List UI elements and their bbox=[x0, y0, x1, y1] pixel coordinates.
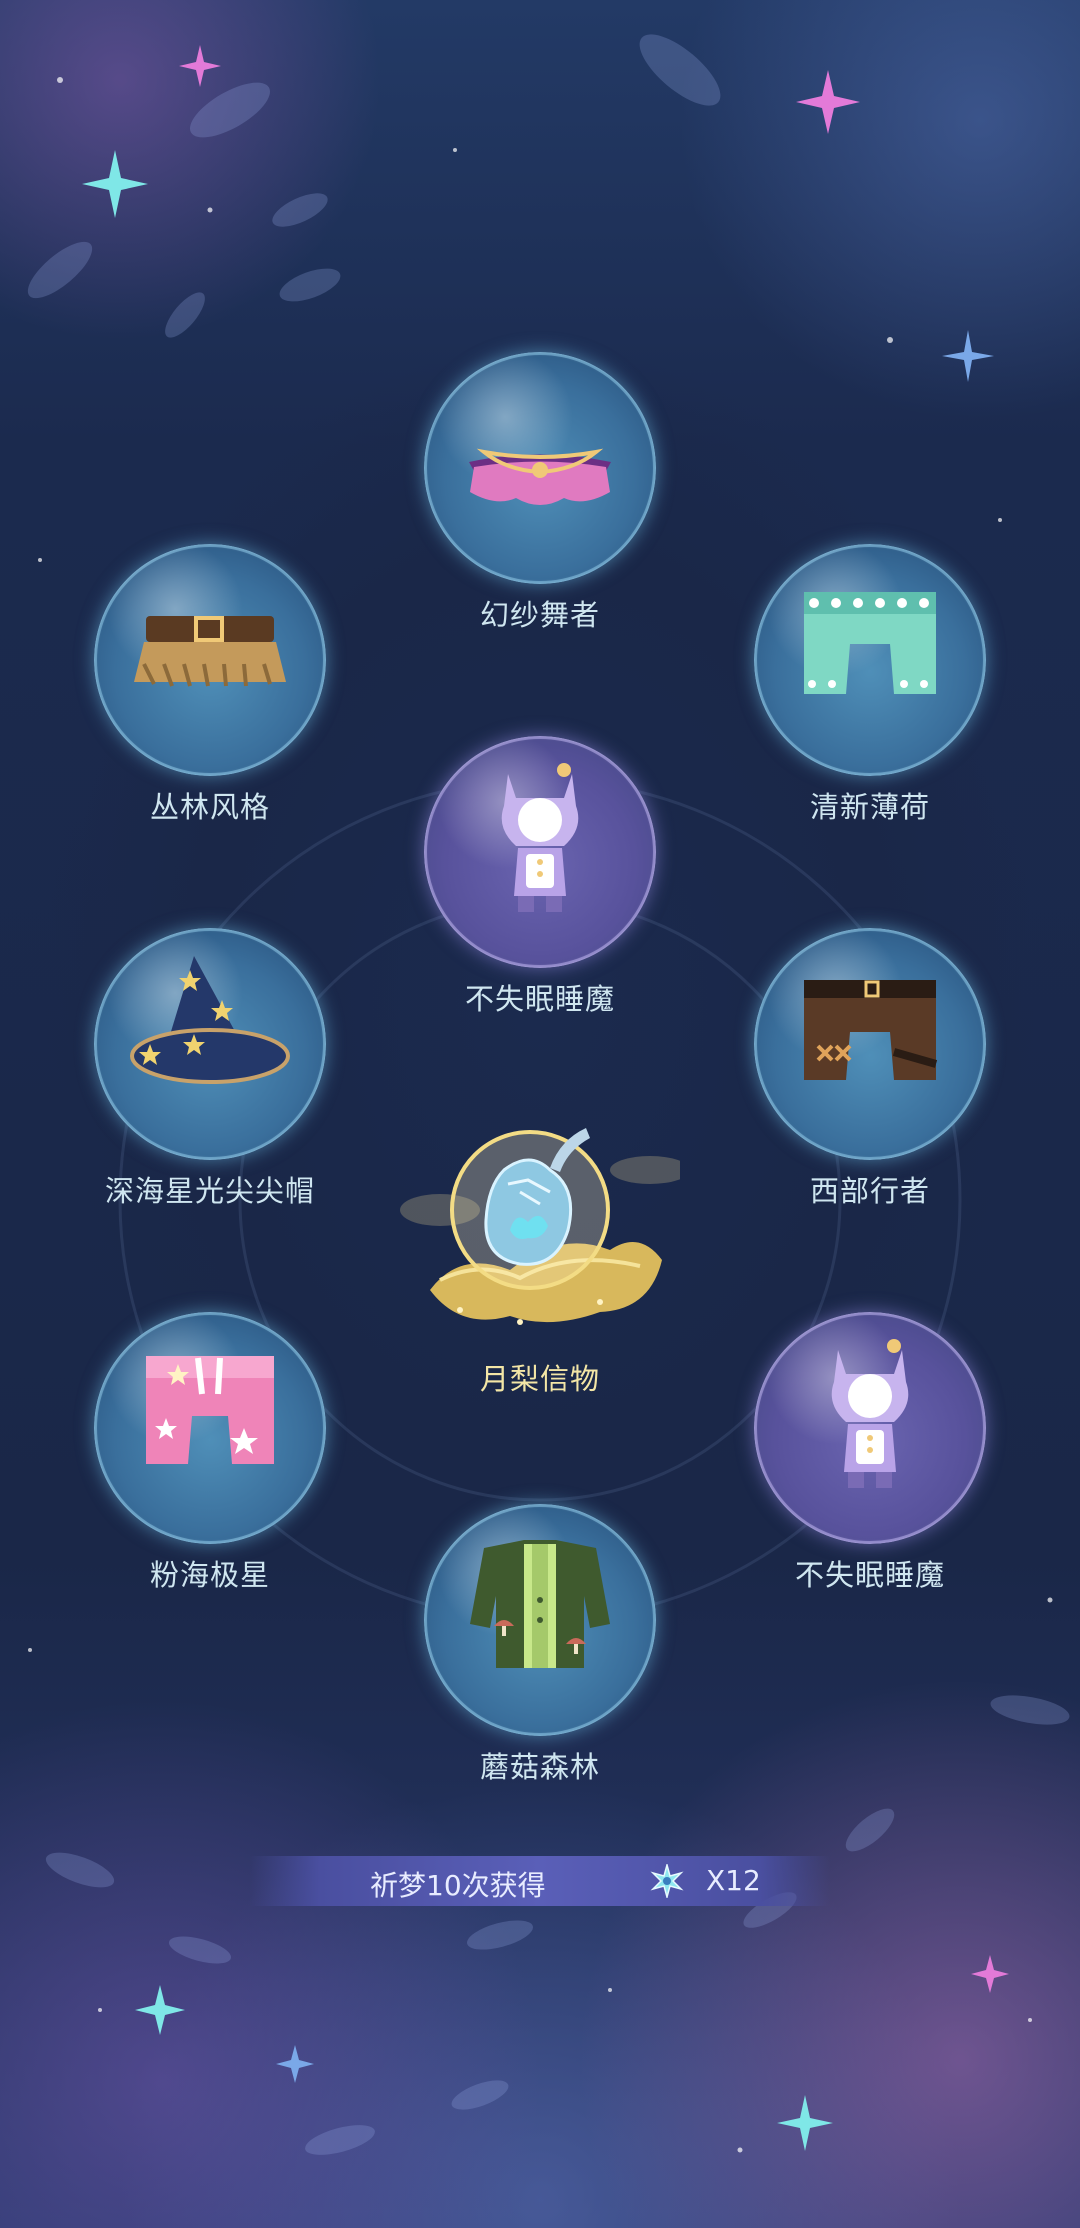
prize-item[interactable]: 幻纱舞者 bbox=[420, 352, 660, 634]
western-pants-icon bbox=[804, 980, 938, 1080]
prize-bubble[interactable] bbox=[754, 928, 986, 1160]
star-wizard-hat-icon bbox=[130, 956, 290, 1084]
prize-name: 丛林风格 bbox=[149, 790, 270, 824]
prize-name: 不失眠睡魔 bbox=[794, 1558, 945, 1592]
prize-bubble[interactable] bbox=[424, 736, 656, 968]
prize-item[interactable]: 不失眠睡魔 bbox=[420, 736, 660, 1018]
prize-item[interactable]: 粉海极星 bbox=[90, 1312, 330, 1594]
prize-bubble[interactable] bbox=[754, 544, 986, 776]
sleep-demon-costume-icon bbox=[831, 1339, 909, 1488]
prize-item[interactable]: 清新薄荷 bbox=[750, 544, 990, 826]
jungle-fringe-skirt-icon bbox=[134, 616, 286, 687]
prize-bubble[interactable] bbox=[94, 1312, 326, 1544]
prize-item[interactable]: 西部行者 bbox=[750, 928, 990, 1210]
prize-bubble[interactable] bbox=[424, 1504, 656, 1736]
pink-star-pants-icon bbox=[146, 1356, 274, 1464]
prize-bubble[interactable] bbox=[94, 544, 326, 776]
prize-name: 蘑菇森林 bbox=[479, 1750, 600, 1784]
prize-name: 清新薄荷 bbox=[809, 790, 930, 824]
featured-prize-name: 月梨信物 bbox=[479, 1362, 600, 1396]
prize-item[interactable]: 丛林风格 bbox=[90, 544, 330, 826]
mushroom-forest-jacket-icon bbox=[470, 1540, 610, 1668]
prize-name: 幻纱舞者 bbox=[479, 598, 600, 632]
featured-prize[interactable]: 月梨信物 bbox=[400, 1080, 680, 1396]
prize-item[interactable]: 深海星光尖尖帽 bbox=[90, 928, 330, 1210]
reward-banner: 祈梦10次获得 X12 bbox=[250, 1856, 830, 1906]
pink-tutu-skirt-icon bbox=[469, 448, 611, 505]
mint-shorts-icon bbox=[804, 592, 936, 694]
gacha-prize-pool-screen: 幻纱舞者 丛林风格 清新薄荷 不失眠睡魔 深海星光尖尖帽 西部行者 粉海极星 不… bbox=[0, 0, 1080, 2228]
prize-name: 粉海极星 bbox=[149, 1558, 270, 1592]
prize-bubble[interactable] bbox=[754, 1312, 986, 1544]
prize-name: 深海星光尖尖帽 bbox=[104, 1174, 315, 1208]
reward-count: X12 bbox=[706, 1864, 761, 1897]
sleep-demon-costume-icon bbox=[501, 763, 579, 912]
prize-item[interactable]: 蘑菇森林 bbox=[420, 1504, 660, 1786]
prize-bubble[interactable] bbox=[424, 352, 656, 584]
moon-pear-token-icon bbox=[400, 1128, 680, 1325]
reward-banner-text: 祈梦10次获得 bbox=[370, 1869, 546, 1902]
prize-item[interactable]: 不失眠睡魔 bbox=[750, 1312, 990, 1594]
prize-bubble[interactable] bbox=[94, 928, 326, 1160]
star-crystal-icon bbox=[650, 1862, 684, 1902]
prize-name: 不失眠睡魔 bbox=[464, 982, 615, 1016]
prize-name: 西部行者 bbox=[809, 1174, 930, 1208]
